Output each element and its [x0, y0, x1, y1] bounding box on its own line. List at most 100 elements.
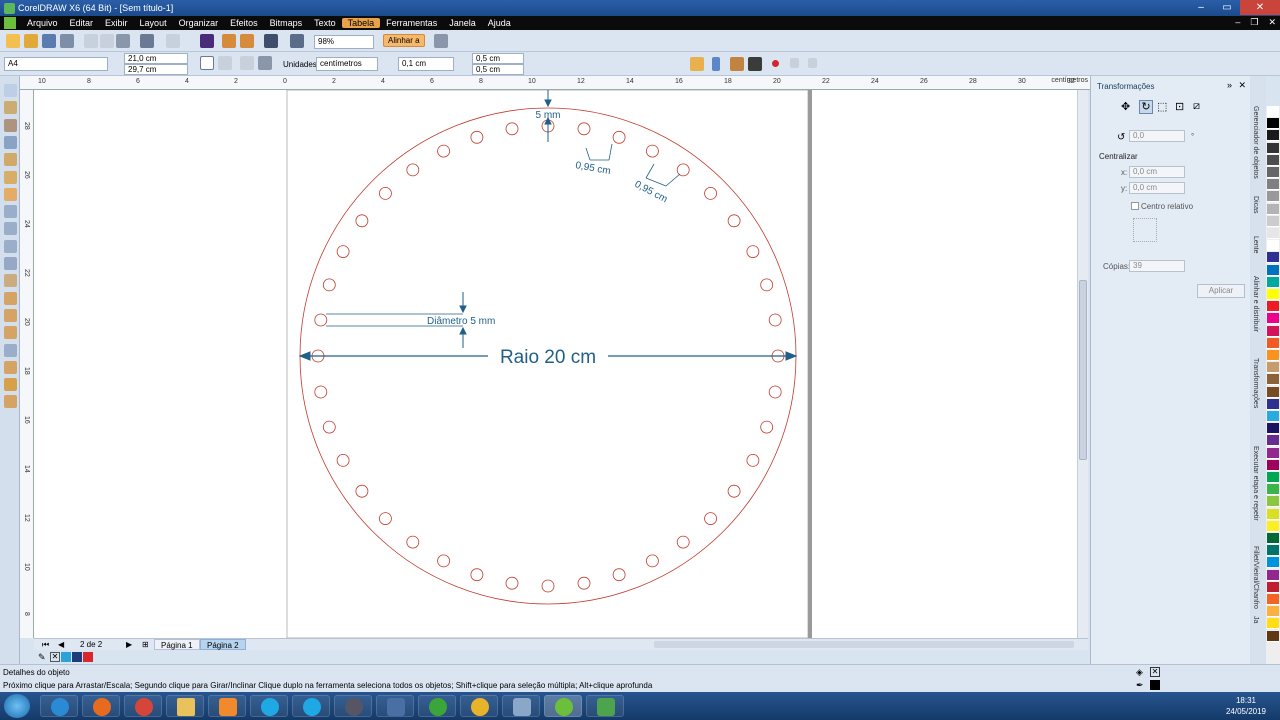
page-width-field[interactable]: 21,0 cm	[124, 53, 188, 64]
docker-tab[interactable]: Ja	[1252, 616, 1259, 623]
copy-icon[interactable]	[100, 34, 114, 48]
welcome-screen-icon[interactable]	[290, 34, 304, 48]
outline-pen-icon[interactable]: ✒	[1136, 680, 1146, 690]
color-swatch[interactable]	[1267, 630, 1279, 642]
color-swatch[interactable]	[1267, 142, 1279, 154]
current-page-icon[interactable]	[258, 56, 272, 70]
color-swatch[interactable]	[1267, 520, 1279, 532]
taskbar-skype[interactable]	[250, 695, 288, 717]
portrait-icon[interactable]	[200, 56, 214, 70]
radius-label[interactable]: Raio 20 cm	[500, 347, 596, 368]
color-swatch[interactable]	[1267, 569, 1279, 581]
anchor-grid[interactable]	[1133, 218, 1157, 242]
ellipse-tool-icon[interactable]	[4, 205, 17, 219]
page-height-field[interactable]: 29,7 cm	[124, 64, 188, 75]
straight-connector-icon[interactable]	[4, 308, 17, 322]
macro-editor-icon[interactable]	[730, 57, 744, 71]
taskbar-firefox[interactable]	[82, 695, 120, 717]
center-y-field[interactable]: 0,0 cm	[1129, 182, 1185, 194]
application-launcher-icon[interactable]	[264, 34, 278, 48]
print-icon[interactable]	[60, 34, 74, 48]
color-swatch[interactable]	[1267, 106, 1279, 117]
color-swatch[interactable]	[1267, 545, 1279, 557]
vba-icon[interactable]	[748, 57, 762, 71]
docker-tab[interactable]: Alinhar e distribuir	[1252, 276, 1259, 332]
vertical-scroll-thumb[interactable]	[1079, 280, 1087, 460]
doc-close-icon[interactable]: ✕	[1268, 17, 1276, 28]
color-swatch[interactable]	[1267, 313, 1279, 325]
color-swatch[interactable]	[1267, 386, 1279, 398]
color-swatch[interactable]	[1267, 325, 1279, 337]
color-swatch[interactable]	[1267, 374, 1279, 386]
docker-tab[interactable]: Gerenciador de objetos	[1252, 106, 1259, 179]
color-swatch[interactable]	[1267, 191, 1279, 203]
fill-none-icon[interactable]: ✕	[1150, 667, 1160, 677]
color-swatch[interactable]	[1267, 508, 1279, 520]
taskbar-eye-app[interactable]	[334, 695, 372, 717]
start-button[interactable]	[4, 694, 30, 718]
eyedropper-tool-icon[interactable]	[4, 343, 17, 357]
zoom-level-select[interactable]: 98%	[314, 35, 374, 49]
duplicate-y-field[interactable]: 0,5 cm	[472, 64, 524, 75]
prev-page-icon[interactable]: ◀	[52, 639, 70, 650]
menu-organizar[interactable]: Organizar	[173, 18, 225, 28]
color-swatch[interactable]	[1267, 581, 1279, 593]
taskbar-help[interactable]	[376, 695, 414, 717]
zoom-tool-icon[interactable]	[4, 135, 17, 149]
color-swatch[interactable]	[1267, 179, 1279, 191]
close-button[interactable]: ✕	[1240, 0, 1280, 15]
color-swatch[interactable]	[1267, 618, 1279, 630]
document-icon[interactable]	[4, 17, 16, 29]
color-swatch[interactable]	[1267, 557, 1279, 569]
color-swatch[interactable]	[1267, 118, 1279, 130]
color-swatch[interactable]	[1267, 484, 1279, 496]
color-swatch[interactable]	[1267, 447, 1279, 459]
scale-icon[interactable]: ⬚	[1157, 100, 1171, 114]
docker-tab[interactable]: Dicas	[1252, 196, 1259, 214]
save-icon[interactable]	[42, 34, 56, 48]
menu-ajuda[interactable]: Ajuda	[482, 18, 517, 28]
apply-button[interactable]: Aplicar	[1197, 284, 1245, 298]
color-swatch[interactable]	[1267, 350, 1279, 361]
options-icon[interactable]	[434, 34, 448, 48]
units-select[interactable]: centímetros	[316, 57, 378, 71]
color-swatch[interactable]	[1267, 130, 1279, 142]
rectangle-tool-icon[interactable]	[4, 187, 17, 201]
taskbar-audio-app[interactable]	[460, 695, 498, 717]
stop-icon[interactable]	[808, 58, 817, 68]
color-swatch[interactable]	[1267, 215, 1279, 227]
polygon-tool-icon[interactable]	[4, 222, 17, 236]
doc-minimize-icon[interactable]: –	[1235, 17, 1240, 28]
menu-bitmaps[interactable]: Bitmaps	[264, 18, 309, 28]
snap-to-button[interactable]: Alinhar a	[383, 34, 425, 47]
freehand-tool-icon[interactable]	[4, 153, 17, 167]
landscape-icon[interactable]	[218, 56, 232, 70]
docker-close-icon[interactable]: ✕	[1238, 80, 1246, 91]
color-swatch[interactable]	[1267, 423, 1279, 435]
color-swatch[interactable]	[1267, 154, 1279, 166]
color-swatch[interactable]	[1267, 496, 1279, 508]
undo-icon[interactable]	[140, 34, 154, 48]
color-swatch[interactable]	[1267, 533, 1279, 544]
skew-icon[interactable]: ⧄	[1193, 100, 1207, 114]
size-icon[interactable]: ⊡	[1175, 100, 1189, 114]
rotate-icon[interactable]: ↻	[1139, 100, 1153, 114]
color-swatch[interactable]	[1267, 203, 1279, 215]
vertical-ruler[interactable]: 28262422201816141210864	[20, 90, 34, 638]
swatch-cyan[interactable]	[61, 652, 71, 662]
color-swatch[interactable]	[1267, 362, 1279, 374]
color-swatch[interactable]	[1267, 594, 1279, 605]
taskbar-camtasia[interactable]	[586, 695, 624, 717]
menu-ferramentas[interactable]: Ferramentas	[380, 18, 443, 28]
search-content-icon[interactable]	[200, 34, 214, 48]
docker-tab[interactable]: Executar etapa e repetir	[1252, 446, 1259, 521]
smart-fill-icon[interactable]	[4, 170, 17, 184]
taskbar-coreldraw[interactable]	[544, 695, 582, 717]
outline-color-swatch[interactable]	[1150, 680, 1160, 690]
no-color-icon[interactable]: ✕	[50, 652, 60, 662]
shape-tool-icon[interactable]	[4, 101, 17, 115]
blend-tool-icon[interactable]	[4, 326, 17, 340]
menu-arquivo[interactable]: Arquivo	[21, 18, 64, 28]
color-swatch[interactable]	[1267, 264, 1279, 276]
vertical-scrollbar[interactable]	[1077, 90, 1088, 638]
